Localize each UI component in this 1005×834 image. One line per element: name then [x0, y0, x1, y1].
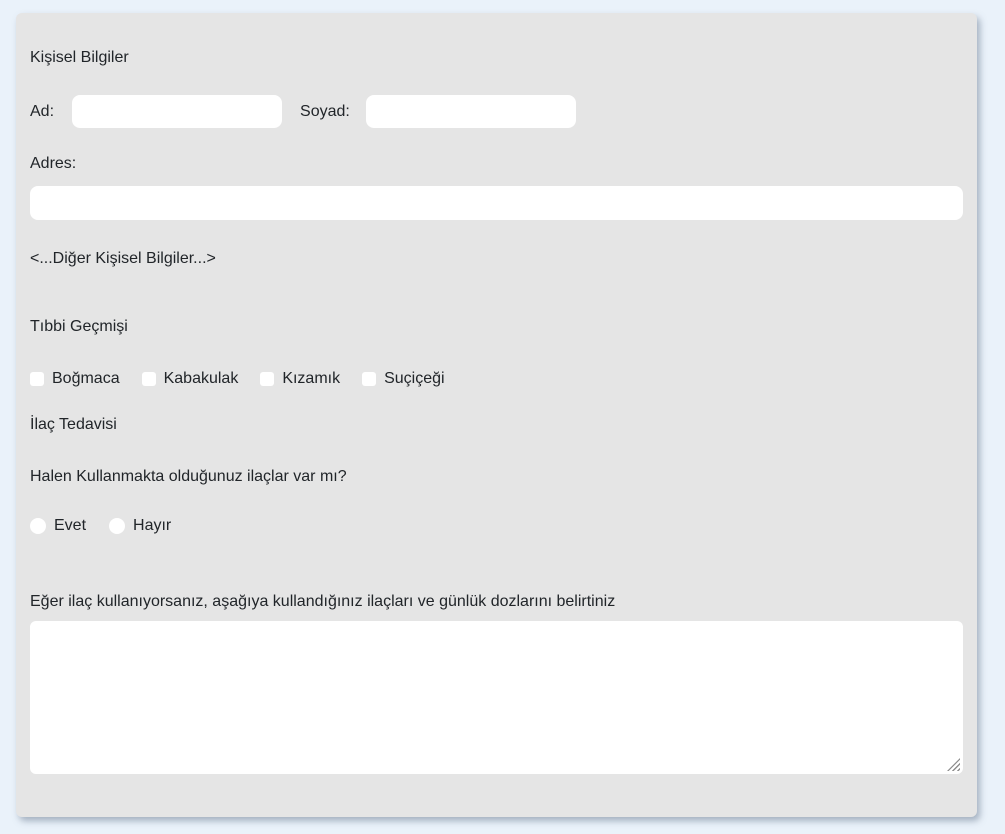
- radio-item-evet: Evet: [30, 515, 86, 536]
- checkbox-item-kabakulak: Kabakulak: [142, 368, 239, 389]
- name-fields-row: Ad: Soyad:: [30, 95, 963, 128]
- bogmaca-label: Boğmaca: [52, 368, 120, 389]
- kizamik-checkbox[interactable]: [260, 372, 274, 386]
- checkbox-item-sucicegi: Suçiçeği: [362, 368, 444, 389]
- form-panel: Kişisel Bilgiler Ad: Soyad: Adres: <...D…: [16, 13, 977, 817]
- address-label: Adres:: [30, 153, 963, 174]
- checkbox-item-kizamik: Kızamık: [260, 368, 340, 389]
- disease-checkbox-row: Boğmaca Kabakulak Kızamık Suçiçeği: [30, 368, 963, 389]
- medical-history-section-title: Tıbbi Geçmişi: [30, 316, 963, 337]
- personal-info-section-title: Kişisel Bilgiler: [30, 47, 963, 68]
- checkbox-item-bogmaca: Boğmaca: [30, 368, 120, 389]
- medication-details-label: Eğer ilaç kullanıyorsanız, aşağıya kulla…: [30, 591, 963, 612]
- kabakulak-checkbox[interactable]: [142, 372, 156, 386]
- medication-section-title: İlaç Tedavisi: [30, 414, 963, 435]
- bogmaca-checkbox[interactable]: [30, 372, 44, 386]
- hayir-radio[interactable]: [109, 518, 125, 534]
- evet-radio[interactable]: [30, 518, 46, 534]
- medication-details-wrap: [30, 621, 963, 774]
- kabakulak-label: Kabakulak: [164, 368, 239, 389]
- address-input[interactable]: [30, 186, 963, 220]
- last-name-label: Soyad:: [300, 101, 350, 122]
- sucicegi-label: Suçiçeği: [384, 368, 444, 389]
- first-name-label: Ad:: [30, 101, 54, 122]
- sucicegi-checkbox[interactable]: [362, 372, 376, 386]
- evet-label: Evet: [54, 515, 86, 536]
- medication-usage-radio-row: Evet Hayır: [30, 515, 963, 536]
- kizamik-label: Kızamık: [282, 368, 340, 389]
- radio-item-hayir: Hayır: [109, 515, 171, 536]
- last-name-input[interactable]: [366, 95, 576, 128]
- medication-details-textarea[interactable]: [30, 621, 963, 774]
- other-personal-info-placeholder: <...Diğer Kişisel Bilgiler...>: [30, 248, 963, 269]
- medication-usage-question: Halen Kullanmakta olduğunuz ilaçlar var …: [30, 466, 963, 487]
- hayir-label: Hayır: [133, 515, 171, 536]
- first-name-input[interactable]: [72, 95, 282, 128]
